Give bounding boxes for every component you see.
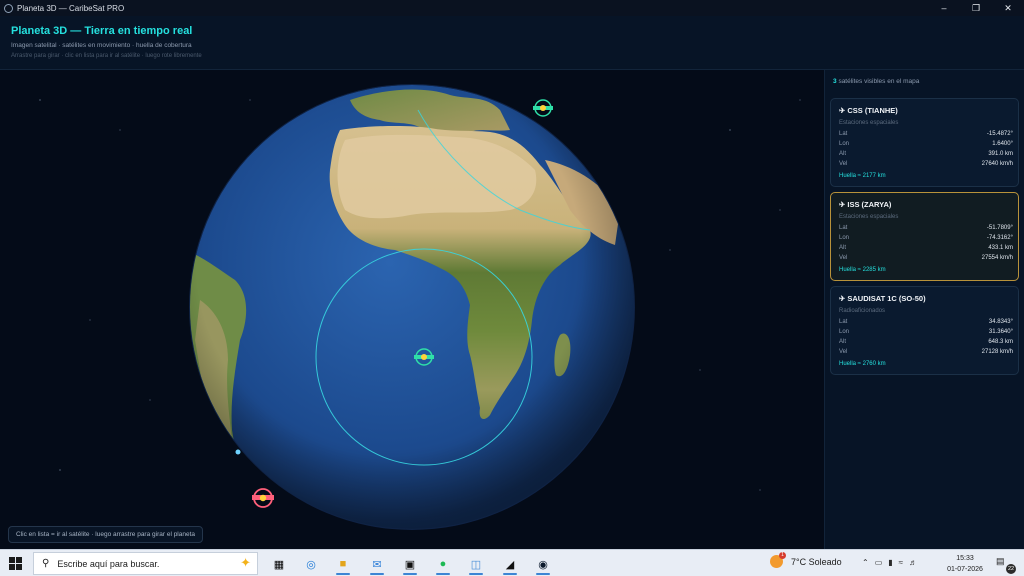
lon-row: Lon 1.6400° bbox=[839, 141, 1013, 147]
restore-button[interactable]: ❐ bbox=[960, 0, 992, 16]
wifi-icon[interactable]: ≈ bbox=[899, 558, 903, 567]
satellite-marker-iss[interactable] bbox=[252, 488, 274, 508]
satellite-category: Estaciones espaciales bbox=[839, 214, 899, 220]
alt-value: 433.1 km bbox=[988, 245, 1013, 251]
battery-icon[interactable]: ▮ bbox=[888, 558, 892, 567]
satellite-card-css[interactable]: ✈︎ CSS (TIANHE) Estaciones espaciales La… bbox=[830, 98, 1019, 187]
satellite-card-iss[interactable]: ✈︎ ISS (ZARYA) Estaciones espaciales Lat… bbox=[830, 192, 1019, 281]
sparkle-icon: ✦ bbox=[240, 555, 251, 570]
search-placeholder: Escribe aquí para buscar. bbox=[57, 558, 160, 569]
app-cube-icon[interactable]: ◢ bbox=[497, 553, 523, 575]
weather-alert-badge: 1 bbox=[779, 552, 786, 559]
lon-row: Lon 31.3640° bbox=[839, 329, 1013, 335]
satellite-name: ✈︎ SAUDISAT 1C (SO-50) bbox=[839, 294, 926, 303]
outlook-icon[interactable]: ✉ bbox=[364, 553, 390, 575]
lat-row: Lat -51.7809° bbox=[839, 225, 1013, 231]
footprint-value: Huella ≈ 2285 km bbox=[839, 267, 886, 273]
file-explorer-icon[interactable]: ■ bbox=[330, 553, 356, 575]
map-instructions: Clic en lista = ir al satélite · luego a… bbox=[8, 526, 204, 543]
vel-value: 27554 km/h bbox=[981, 255, 1013, 261]
alt-row: Alt 648.3 km bbox=[839, 339, 1013, 345]
alt-row: Alt 433.1 km bbox=[839, 245, 1013, 251]
lon-value: 1.6400° bbox=[992, 141, 1013, 147]
spotify-icon[interactable]: ● bbox=[430, 553, 456, 575]
lon-value: -74.3162° bbox=[986, 235, 1013, 241]
terminal-icon[interactable]: ▣ bbox=[397, 553, 423, 575]
satellite-list-panel: 3 satélites visibles en el mapa ✈︎ CSS (… bbox=[824, 70, 1024, 549]
satellite-count-label: satélites visibles en el mapa bbox=[838, 78, 920, 85]
vel-row: Vel 27554 km/h bbox=[839, 255, 1013, 261]
satellite-count-number: 3 bbox=[833, 78, 837, 85]
notification-center-icon[interactable]: ▤ 22 bbox=[996, 556, 1016, 574]
satellite-name: ✈︎ ISS (ZARYA) bbox=[839, 200, 892, 209]
remote-desktop-icon[interactable]: ◫ bbox=[463, 553, 489, 575]
app-icon bbox=[4, 3, 13, 13]
search-icon: ⚲ bbox=[42, 558, 50, 569]
lat-value: -51.7809° bbox=[986, 225, 1013, 231]
volume-icon[interactable]: ♬ bbox=[909, 558, 917, 567]
page-title: Planeta 3D — Tierra en tiempo real bbox=[11, 25, 193, 37]
notification-count: 22 bbox=[1006, 564, 1016, 574]
page-hint: Arrastre para girar · clic en lista para… bbox=[11, 53, 202, 59]
task-view-icon[interactable]: ▦ bbox=[266, 553, 292, 575]
caribesat-app-icon[interactable]: ◉ bbox=[530, 553, 556, 575]
alt-value: 648.3 km bbox=[988, 339, 1013, 345]
satellite-marker-saudisat[interactable] bbox=[533, 99, 553, 117]
window-title: Planeta 3D — CaribeSat PRO bbox=[17, 3, 125, 13]
clock-time: 15:33 bbox=[956, 555, 974, 562]
sun-icon: 1 bbox=[770, 552, 786, 568]
globe-shading bbox=[190, 85, 634, 529]
lat-value: -15.4872° bbox=[986, 131, 1013, 137]
window-titlebar: Planeta 3D — CaribeSat PRO – ❐ ✕ bbox=[0, 0, 1024, 16]
battery-saver-icon[interactable]: ▭ bbox=[875, 558, 883, 567]
lon-value: 31.3640° bbox=[988, 329, 1013, 335]
satellite-card-saudisat[interactable]: ✈︎ SAUDISAT 1C (SO-50) Radioaficionados … bbox=[830, 286, 1019, 375]
windows-taskbar: ⚲ Escribe aquí para buscar. ✦ ▦ ◎ ■ ✉ ▣ … bbox=[0, 549, 1024, 576]
satellite-category: Radioaficionados bbox=[839, 308, 886, 314]
satellite-name: ✈︎ CSS (TIANHE) bbox=[839, 106, 898, 115]
windows-start-icon[interactable] bbox=[9, 557, 22, 570]
alt-value: 391.0 km bbox=[988, 151, 1013, 157]
vel-value: 27128 km/h bbox=[981, 349, 1013, 355]
lat-row: Lat -15.4872° bbox=[839, 131, 1013, 137]
globe-canvas[interactable] bbox=[0, 70, 824, 549]
chevron-up-icon[interactable]: ⌃ bbox=[862, 558, 869, 567]
lon-row: Lon -74.3162° bbox=[839, 235, 1013, 241]
close-button[interactable]: ✕ bbox=[992, 0, 1024, 16]
globe-view[interactable]: Clic en lista = ir al satélite · luego a… bbox=[0, 70, 824, 549]
taskbar-clock[interactable]: 15:33 01-07-2026 bbox=[942, 553, 988, 575]
weather-text: 7°C Soleado bbox=[791, 556, 842, 567]
minimize-button[interactable]: – bbox=[928, 0, 960, 16]
lat-row: Lat 34.8343° bbox=[839, 319, 1013, 325]
weather-widget[interactable]: 1 7°C Soleado bbox=[770, 552, 842, 568]
alt-row: Alt 391.0 km bbox=[839, 151, 1013, 157]
footprint-value: Huella ≈ 2760 km bbox=[839, 361, 886, 367]
satellite-count: 3 satélites visibles en el mapa bbox=[833, 78, 919, 85]
taskbar-search-box[interactable]: ⚲ Escribe aquí para buscar. ✦ bbox=[33, 552, 258, 575]
vel-row: Vel 27640 km/h bbox=[839, 161, 1013, 167]
clock-date: 01-07-2026 bbox=[947, 566, 983, 573]
app-header: Planeta 3D — Tierra en tiempo real Image… bbox=[0, 16, 1024, 70]
vel-value: 27640 km/h bbox=[981, 161, 1013, 167]
footprint-value: Huella ≈ 2177 km bbox=[839, 173, 886, 179]
lat-value: 34.8343° bbox=[988, 319, 1013, 325]
ground-point-marker bbox=[235, 449, 241, 455]
system-tray: ⌃ ▭ ▮ ≈ ♬ bbox=[862, 558, 917, 567]
vel-row: Vel 27128 km/h bbox=[839, 349, 1013, 355]
edge-browser-icon[interactable]: ◎ bbox=[298, 553, 324, 575]
page-subtitle: Imagen satelital · satélites en movimien… bbox=[11, 42, 192, 49]
satellite-category: Estaciones espaciales bbox=[839, 120, 899, 126]
